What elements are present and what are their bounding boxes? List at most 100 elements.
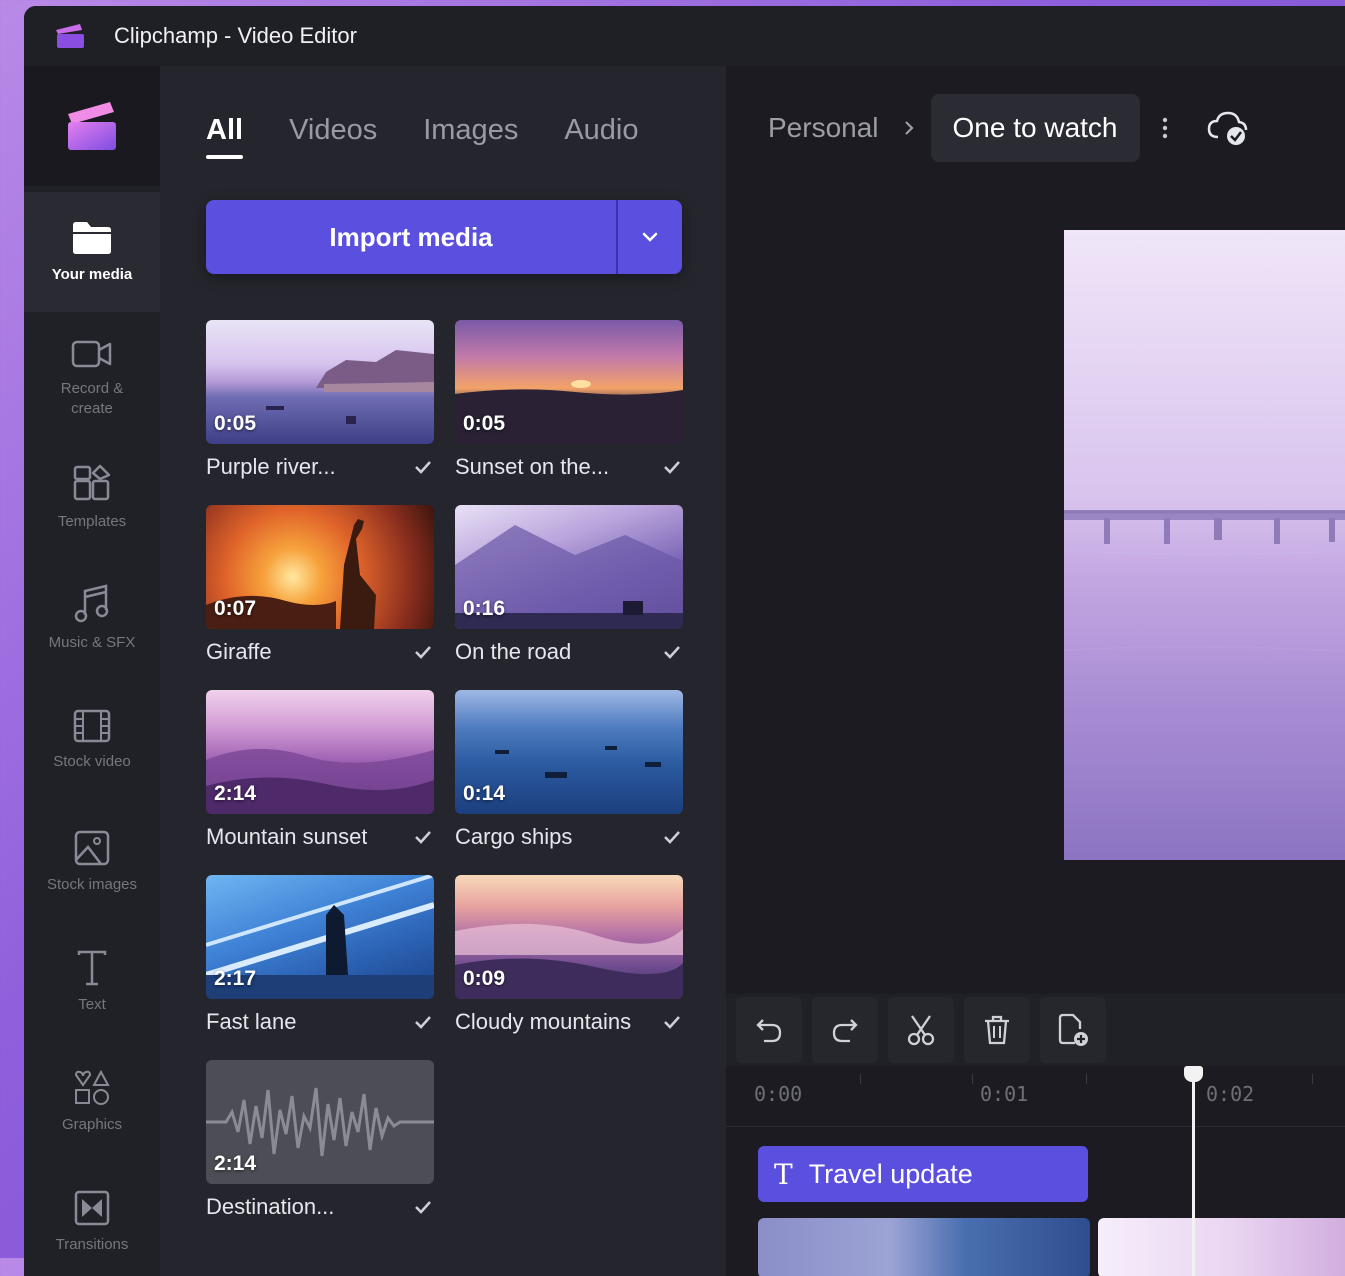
- timeline-toolbar: [726, 994, 1345, 1066]
- rail-item-stock-images[interactable]: Stock images: [24, 802, 160, 922]
- window-title: Clipchamp - Video Editor: [114, 23, 357, 48]
- playhead[interactable]: [1192, 1068, 1195, 1276]
- media-name: Giraffe: [206, 639, 272, 664]
- ruler-tick: [860, 1074, 861, 1084]
- app-window: Clipchamp - Video Editor Your media Reco…: [24, 6, 1345, 1276]
- folder-icon: [73, 222, 111, 254]
- import-media-button[interactable]: Import media: [206, 200, 616, 274]
- preview-image: [1064, 230, 1345, 860]
- clipchamp-logo-icon: [68, 102, 116, 150]
- media-name: Sunset on the...: [455, 454, 610, 479]
- rail-item-label: Text: [78, 996, 106, 1013]
- media-duration: 0:14: [463, 782, 506, 805]
- media-duration: 2:14: [214, 1152, 257, 1175]
- media-name: Cloudy mountains: [455, 1009, 632, 1034]
- tick-label: 0:00: [754, 1082, 803, 1106]
- rail-item-label: Record & create: [60, 380, 124, 417]
- rail-item-text[interactable]: Text: [24, 922, 160, 1042]
- timeline[interactable]: 0:00 0:01 0:02 T Travel update: [726, 1066, 1345, 1276]
- title-bar: Clipchamp - Video Editor: [24, 6, 1345, 66]
- media-item[interactable]: 0:16 On the road: [455, 505, 683, 665]
- media-item[interactable]: 0:09 Cloudy mountains: [455, 875, 683, 1035]
- tick-label: 0:01: [980, 1082, 1029, 1106]
- media-item[interactable]: 2:14 Destination...: [206, 1060, 434, 1220]
- breadcrumb-personal[interactable]: Personal: [768, 112, 879, 144]
- project-name[interactable]: One to watch: [930, 94, 1140, 162]
- chevron-right-icon: [904, 121, 914, 135]
- ruler-tick: [1086, 1074, 1087, 1084]
- rail-item-label: Stock video: [53, 753, 131, 770]
- check-icon: [664, 831, 680, 844]
- rail-item-transitions[interactable]: Transitions: [24, 1162, 160, 1276]
- cloud-saved-icon[interactable]: [1206, 109, 1250, 147]
- rail-item-label: Music & SFX: [48, 634, 136, 651]
- redo-icon: [832, 1019, 858, 1043]
- media-duration: 0:16: [463, 597, 506, 620]
- check-icon: [664, 646, 680, 659]
- media-duration: 2:17: [214, 967, 257, 990]
- rail-item-music-sfx[interactable]: Music & SFX: [24, 558, 160, 678]
- media-item[interactable]: 2:17 Fast lane: [206, 875, 434, 1035]
- film-icon: [73, 709, 111, 743]
- rail-item-graphics[interactable]: Graphics: [24, 1042, 160, 1162]
- media-item[interactable]: 0:05 Sunset on the...: [455, 320, 683, 480]
- check-icon: [664, 1016, 680, 1029]
- undo-button[interactable]: [736, 997, 802, 1063]
- chevron-down-icon: [642, 232, 658, 242]
- redo-button[interactable]: [812, 997, 878, 1063]
- import-options-button[interactable]: [616, 200, 682, 274]
- add-media-button[interactable]: [1040, 997, 1106, 1063]
- media-name: Fast lane: [206, 1009, 297, 1034]
- media-item[interactable]: 0:07 Giraffe: [206, 505, 434, 665]
- video-preview[interactable]: [1064, 230, 1345, 860]
- video-clip[interactable]: [1098, 1218, 1345, 1276]
- check-icon: [664, 461, 680, 474]
- ruler-tick: [972, 1074, 973, 1084]
- media-thumbnail: 0:05: [206, 320, 434, 444]
- tab-audio[interactable]: Audio: [564, 114, 638, 159]
- video-clip[interactable]: [758, 1218, 1090, 1276]
- media-tabs: All Videos Images Audio: [206, 114, 639, 159]
- tab-all[interactable]: All: [206, 114, 244, 159]
- text-clip[interactable]: T Travel update: [758, 1146, 1088, 1202]
- text-icon: [77, 950, 107, 986]
- media-name: Destination...: [206, 1194, 335, 1219]
- rail-item-label: Stock images: [46, 876, 138, 893]
- media-item[interactable]: 0:14 Cargo ships: [455, 690, 683, 850]
- media-name: Purple river...: [206, 454, 336, 479]
- media-name: Mountain sunset: [206, 824, 368, 849]
- rail-logo: [24, 66, 160, 186]
- rail-item-templates[interactable]: Templates: [24, 438, 160, 558]
- ruler-tick: [1312, 1074, 1313, 1084]
- preview-area: Personal One to watch: [726, 66, 1345, 994]
- rail-item-your-media[interactable]: Your media: [24, 192, 160, 312]
- delete-button[interactable]: [964, 997, 1030, 1063]
- breadcrumb: Personal One to watch: [768, 94, 1250, 162]
- rail-item-record-create[interactable]: Record & create: [24, 318, 160, 438]
- media-item[interactable]: 2:14 Mountain sunset: [206, 690, 434, 850]
- more-options-icon[interactable]: [1162, 117, 1168, 139]
- tab-images[interactable]: Images: [423, 114, 518, 159]
- rail-item-label: Templates: [57, 513, 127, 530]
- rail-item-stock-video[interactable]: Stock video: [24, 680, 160, 800]
- tab-videos[interactable]: Videos: [289, 114, 377, 159]
- media-duration: 2:14: [214, 782, 257, 805]
- rail-item-label: Your media: [51, 266, 133, 283]
- add-to-timeline-icon: [1058, 1013, 1088, 1046]
- rail-item-label: Transitions: [55, 1236, 129, 1253]
- media-name: Cargo ships: [455, 824, 573, 849]
- timeline-ruler[interactable]: 0:00 0:01 0:02: [726, 1066, 1345, 1127]
- media-thumbnail: 0:16: [455, 505, 683, 629]
- text-clip-label: Travel update: [808, 1158, 973, 1189]
- media-duration: 0:05: [214, 412, 257, 435]
- split-button[interactable]: [888, 997, 954, 1063]
- media-duration: 0:09: [463, 967, 506, 990]
- media-item[interactable]: 0:05 Purple river...: [206, 320, 434, 480]
- image-icon: [74, 830, 110, 866]
- transitions-icon: [74, 1190, 110, 1226]
- media-thumbnail: 2:14: [206, 690, 434, 814]
- media-thumbnail: 0:14: [455, 690, 683, 814]
- playhead-handle[interactable]: [1184, 1066, 1203, 1082]
- import-media-split-button: Import media: [206, 200, 682, 274]
- media-duration: 0:07: [214, 597, 257, 620]
